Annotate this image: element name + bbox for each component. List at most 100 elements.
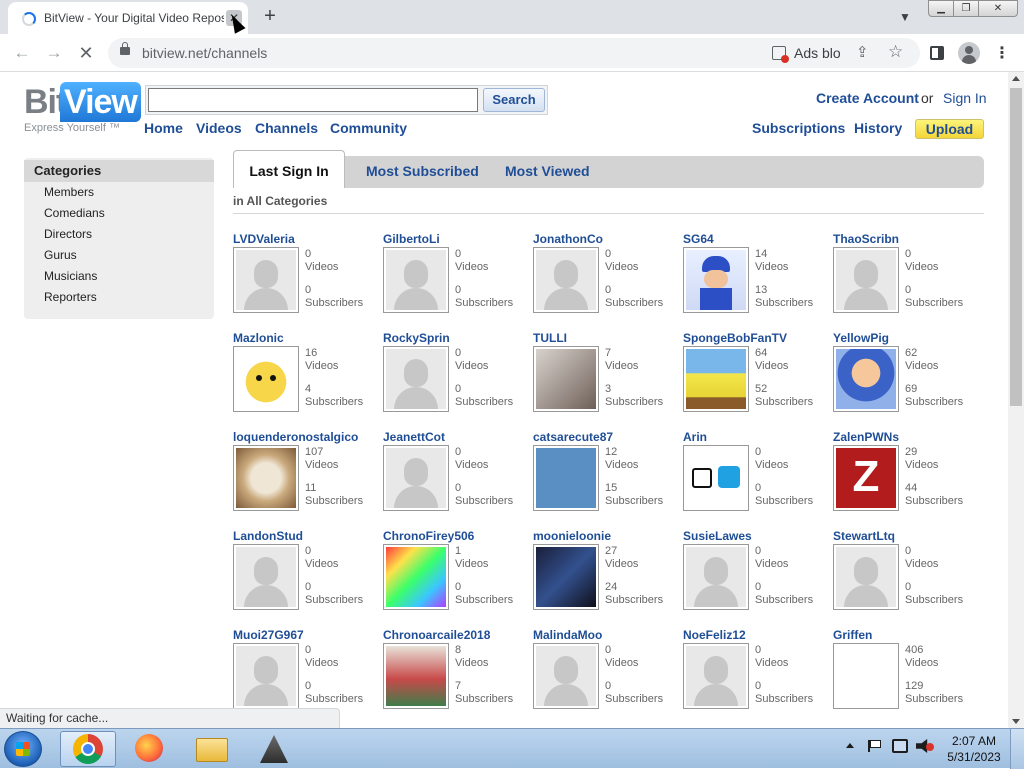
action-center-flag-icon[interactable] (868, 740, 881, 752)
channel-avatar[interactable] (683, 643, 749, 709)
taskbar-firefox-button[interactable] (122, 731, 178, 767)
channel-avatar[interactable] (233, 346, 299, 412)
scroll-down-icon[interactable] (1012, 719, 1020, 724)
create-account-link[interactable]: Create Account (816, 90, 919, 106)
channel-name-link[interactable]: MalindaMoo (533, 628, 602, 642)
channel-avatar[interactable] (233, 544, 299, 610)
channel-name-link[interactable]: SpongeBobFanTV (683, 331, 787, 345)
channel-avatar[interactable] (233, 643, 299, 709)
category-reporters[interactable]: Reporters (44, 290, 97, 304)
channel-name-link[interactable]: YellowPig (833, 331, 889, 345)
bookmark-star-icon[interactable]: ☆ (888, 42, 903, 62)
channel-name-link[interactable]: SG64 (683, 232, 714, 246)
start-button[interactable] (4, 731, 42, 767)
channel-name-link[interactable]: RockySprin (383, 331, 450, 345)
tab-last-sign-in[interactable]: Last Sign In (233, 150, 345, 188)
tab-most-viewed[interactable]: Most Viewed (505, 163, 590, 179)
channel-avatar[interactable] (383, 643, 449, 709)
channel-avatar[interactable] (383, 544, 449, 610)
url-text[interactable]: bitview.net/channels (142, 45, 267, 61)
channel-name-link[interactable]: JonathonCo (533, 232, 603, 246)
channel-avatar[interactable] (833, 643, 899, 709)
category-comedians[interactable]: Comedians (44, 206, 105, 220)
tab-most-subscribed[interactable]: Most Subscribed (366, 163, 479, 179)
category-musicians[interactable]: Musicians (44, 269, 97, 283)
channel-name-link[interactable]: ChronoFirey506 (383, 529, 474, 543)
taskbar-explorer-button[interactable] (184, 731, 240, 767)
channel-name-link[interactable]: ThaoScribn (833, 232, 899, 246)
channel-name-link[interactable]: Chronoarcaile2018 (383, 628, 490, 642)
tray-expand-icon[interactable] (846, 743, 854, 748)
channel-name-link[interactable]: LVDValeria (233, 232, 295, 246)
search-button[interactable]: Search (483, 88, 545, 112)
window-restore-button[interactable]: ❐ (953, 0, 979, 17)
channel-avatar[interactable] (233, 247, 299, 313)
new-tab-button[interactable]: + (258, 4, 282, 28)
channel-name-link[interactable]: moonieloonie (533, 529, 611, 543)
window-close-button[interactable]: ✕ (978, 0, 1018, 17)
history-link[interactable]: History (854, 120, 902, 136)
channel-avatar[interactable] (383, 445, 449, 511)
back-button[interactable]: ← (10, 41, 34, 65)
channel-avatar[interactable] (383, 247, 449, 313)
channel-avatar[interactable]: Z (833, 445, 899, 511)
scroll-thumb[interactable] (1010, 88, 1022, 406)
channel-avatar[interactable] (833, 247, 899, 313)
channel-name-link[interactable]: Griffen (833, 628, 872, 642)
tab-search-icon[interactable]: ▼ (894, 6, 916, 28)
scroll-up-icon[interactable] (1012, 76, 1020, 81)
sign-in-link[interactable]: Sign In (943, 90, 987, 106)
channel-name-link[interactable]: Arin (683, 430, 707, 444)
channel-avatar[interactable] (683, 544, 749, 610)
channel-avatar[interactable] (533, 445, 599, 511)
channel-name-link[interactable]: Muoi27G967 (233, 628, 304, 642)
category-gurus[interactable]: Gurus (44, 248, 77, 262)
channel-avatar[interactable] (233, 445, 299, 511)
channel-avatar[interactable] (383, 346, 449, 412)
network-icon[interactable] (892, 739, 908, 753)
stop-loading-button[interactable]: ✕ (74, 41, 98, 65)
adblock-extension-icon[interactable] (772, 46, 789, 63)
channel-name-link[interactable]: StewartLtq (833, 529, 895, 543)
bitview-logo[interactable]: Bit View Express Yourself ™ (24, 82, 144, 138)
channel-name-link[interactable]: LandonStud (233, 529, 303, 543)
profile-avatar-icon[interactable] (958, 42, 980, 64)
category-directors[interactable]: Directors (44, 227, 92, 241)
category-members[interactable]: Members (44, 185, 94, 199)
browser-menu-icon[interactable]: ⋮ (994, 43, 1010, 63)
channel-name-link[interactable]: catsarecute87 (533, 430, 613, 444)
channel-avatar[interactable] (533, 346, 599, 412)
adblock-extension-label[interactable]: Ads blo (794, 45, 841, 61)
channel-name-link[interactable]: NoeFeliz12 (683, 628, 746, 642)
channel-avatar[interactable] (833, 346, 899, 412)
show-desktop-button[interactable] (1010, 729, 1024, 769)
channel-avatar[interactable] (533, 247, 599, 313)
window-minimize-button[interactable]: ▁ (928, 0, 954, 17)
channel-avatar[interactable] (533, 544, 599, 610)
taskbar-chrome-button[interactable] (60, 731, 116, 767)
clock-date[interactable]: 5/31/2023 (946, 750, 1002, 764)
nav-channels-link[interactable]: Channels (255, 120, 318, 136)
nav-community-link[interactable]: Community (330, 120, 407, 136)
channel-name-link[interactable]: SusieLawes (683, 529, 752, 543)
address-bar[interactable]: bitview.net/channels Ads blo ⇪ ☆ (108, 38, 920, 68)
upload-button[interactable]: Upload (915, 119, 984, 139)
channel-avatar[interactable] (533, 643, 599, 709)
clock-time[interactable]: 2:07 AM (946, 734, 1002, 748)
taskbar-java-button[interactable] (246, 731, 302, 767)
channel-avatar[interactable] (683, 445, 749, 511)
nav-videos-link[interactable]: Videos (196, 120, 242, 136)
browser-tab[interactable]: BitView - Your Digital Video Repository … (8, 2, 248, 34)
subscriptions-link[interactable]: Subscriptions (752, 120, 845, 136)
channel-avatar[interactable] (683, 247, 749, 313)
share-icon[interactable]: ⇪ (856, 43, 869, 61)
page-scrollbar[interactable] (1008, 72, 1024, 728)
channel-name-link[interactable]: GilbertoLi (383, 232, 440, 246)
side-panel-icon[interactable] (930, 46, 944, 60)
search-input[interactable] (148, 88, 478, 112)
lock-icon[interactable] (120, 42, 130, 55)
channel-name-link[interactable]: JeanettCot (383, 430, 445, 444)
channel-avatar[interactable] (683, 346, 749, 412)
channel-name-link[interactable]: TULLI (533, 331, 567, 345)
channel-name-link[interactable]: ZalenPWNs (833, 430, 899, 444)
